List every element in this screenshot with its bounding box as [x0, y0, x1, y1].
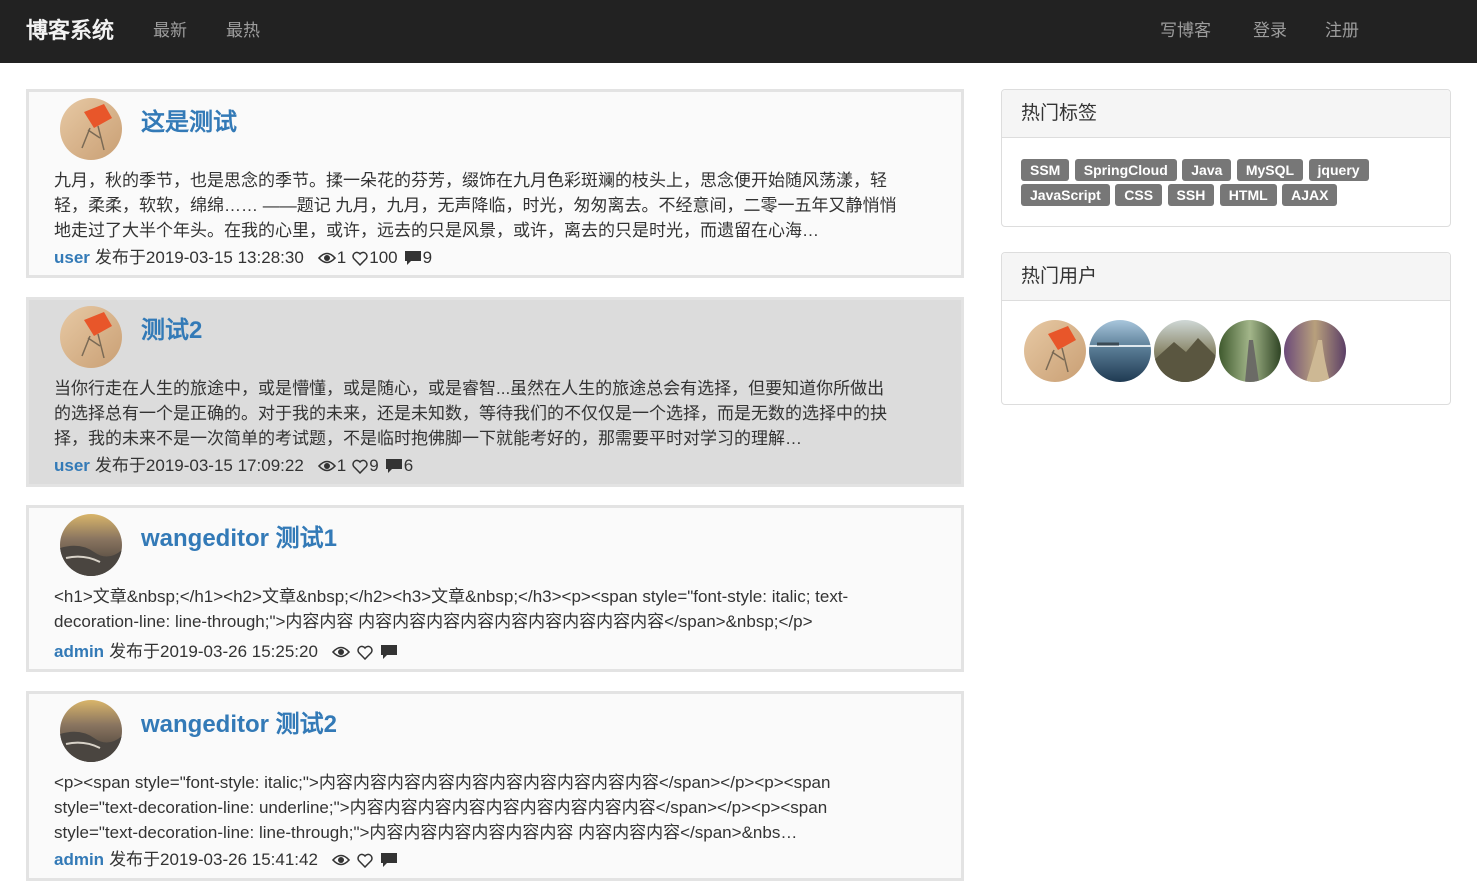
author-avatar[interactable] — [60, 700, 122, 762]
comment-count: 9 — [422, 248, 433, 267]
post-meta: admin 发布于2019-03-26 15:25:20 — [54, 641, 399, 663]
user-avatar-street[interactable] — [1219, 320, 1281, 382]
tag-java[interactable]: Java — [1182, 159, 1232, 181]
tag-html[interactable]: HTML — [1219, 184, 1277, 206]
eye-icon — [317, 251, 336, 265]
tag-javascript[interactable]: JavaScript — [1021, 184, 1110, 206]
tag-list: SSM SpringCloud Java MySQL jquery JavaSc… — [1021, 159, 1441, 209]
view-count: 1 — [336, 456, 347, 475]
post-excerpt: 当你行走在人生的旅途中，或是懵懂，或是随心，或是睿智...虽然在人生的旅途总会有… — [54, 379, 887, 448]
tag-jquery[interactable]: jquery — [1308, 159, 1369, 181]
user-avatar-mountain[interactable] — [1154, 320, 1216, 382]
comment-icon[interactable] — [380, 644, 398, 660]
post-card[interactable]: wangeditor 测试1 <h1>文章&nbsp;</h1><h2>文章&n… — [26, 505, 964, 672]
eye-icon — [331, 645, 350, 659]
author-link[interactable]: admin — [54, 849, 104, 871]
post-card[interactable]: wangeditor 测试2 <p><span style="font-styl… — [26, 691, 964, 881]
publish-time: 发布于2019-03-15 13:28:30 — [94, 248, 304, 267]
post-card[interactable]: 测试2 当你行走在人生的旅途中，或是懵懂，或是随心，或是睿智...虽然在人生的旅… — [26, 297, 964, 487]
like-count: 9 — [369, 456, 379, 475]
hot-users-title: 热门用户 — [1002, 253, 1450, 301]
comment-count: 6 — [403, 456, 414, 475]
user-avatar-forest[interactable] — [1284, 320, 1346, 382]
post-meta: admin 发布于2019-03-26 15:41:42 — [54, 849, 399, 871]
view-count: 1 — [336, 248, 347, 267]
post-title[interactable]: wangeditor 测试2 — [141, 708, 337, 742]
brand-logo[interactable]: 博客系统 — [26, 16, 114, 46]
author-link[interactable]: user — [54, 247, 90, 269]
nav-login[interactable]: 登录 — [1253, 20, 1287, 42]
tag-ajax[interactable]: AJAX — [1282, 184, 1338, 206]
top-navbar: 博客系统 最新 最热 写博客 登录 注册 — [0, 0, 1477, 63]
hot-users-panel: 热门用户 — [1001, 252, 1451, 405]
heart-icon[interactable] — [352, 251, 368, 266]
user-avatar-list — [1024, 320, 1346, 382]
nav-write-blog[interactable]: 写博客 — [1160, 20, 1211, 42]
author-avatar[interactable] — [60, 98, 122, 160]
heart-icon[interactable] — [357, 853, 373, 868]
publish-time: 发布于2019-03-26 15:25:20 — [109, 642, 318, 661]
heart-icon[interactable] — [357, 645, 373, 660]
publish-time: 发布于2019-03-15 17:09:22 — [94, 456, 304, 475]
nav-latest[interactable]: 最新 — [153, 20, 187, 42]
tag-css[interactable]: CSS — [1115, 184, 1163, 206]
comment-icon[interactable] — [404, 250, 422, 266]
post-title[interactable]: 这是测试 — [141, 106, 237, 140]
user-avatar-chair[interactable] — [1024, 320, 1086, 382]
eye-icon — [331, 853, 350, 867]
like-count: 100 — [369, 248, 398, 267]
post-meta: user 发布于2019-03-15 17:09:22 1 9 6 — [54, 455, 413, 477]
eye-icon — [317, 459, 336, 473]
post-meta: user 发布于2019-03-15 13:28:30 1 100 9 — [54, 247, 432, 269]
post-title[interactable]: 测试2 — [141, 314, 202, 348]
post-excerpt: <h1>文章&nbsp;</h1><h2>文章&nbsp;</h2><h3>文章… — [54, 587, 849, 631]
nav-register[interactable]: 注册 — [1325, 20, 1359, 42]
user-avatar-sea[interactable] — [1089, 320, 1151, 382]
hot-tags-panel: 热门标签 SSM SpringCloud Java MySQL jquery J… — [1001, 89, 1451, 227]
nav-hottest[interactable]: 最热 — [226, 20, 260, 42]
post-excerpt: <p><span style="font-style: italic;">内容内… — [54, 773, 831, 842]
author-avatar[interactable] — [60, 514, 122, 576]
tag-ssm[interactable]: SSM — [1021, 159, 1070, 181]
publish-time: 发布于2019-03-26 15:41:42 — [109, 850, 318, 869]
hot-tags-title: 热门标签 — [1002, 90, 1450, 138]
post-card[interactable]: 这是测试 九月，秋的季节，也是思念的季节。揉一朵花的芬芳，缀饰在九月色彩斑斓的枝… — [26, 89, 964, 278]
post-excerpt: 九月，秋的季节，也是思念的季节。揉一朵花的芬芳，缀饰在九月色彩斑斓的枝头上，思念… — [54, 171, 897, 240]
heart-icon[interactable] — [352, 459, 368, 474]
author-link[interactable]: admin — [54, 641, 104, 663]
tag-springcloud[interactable]: SpringCloud — [1074, 159, 1177, 181]
post-title[interactable]: wangeditor 测试1 — [141, 522, 337, 556]
tag-mysql[interactable]: MySQL — [1236, 159, 1304, 181]
author-avatar[interactable] — [60, 306, 122, 368]
author-link[interactable]: user — [54, 455, 90, 477]
comment-icon[interactable] — [380, 852, 398, 868]
comment-icon[interactable] — [385, 458, 403, 474]
tag-ssh[interactable]: SSH — [1167, 184, 1215, 206]
